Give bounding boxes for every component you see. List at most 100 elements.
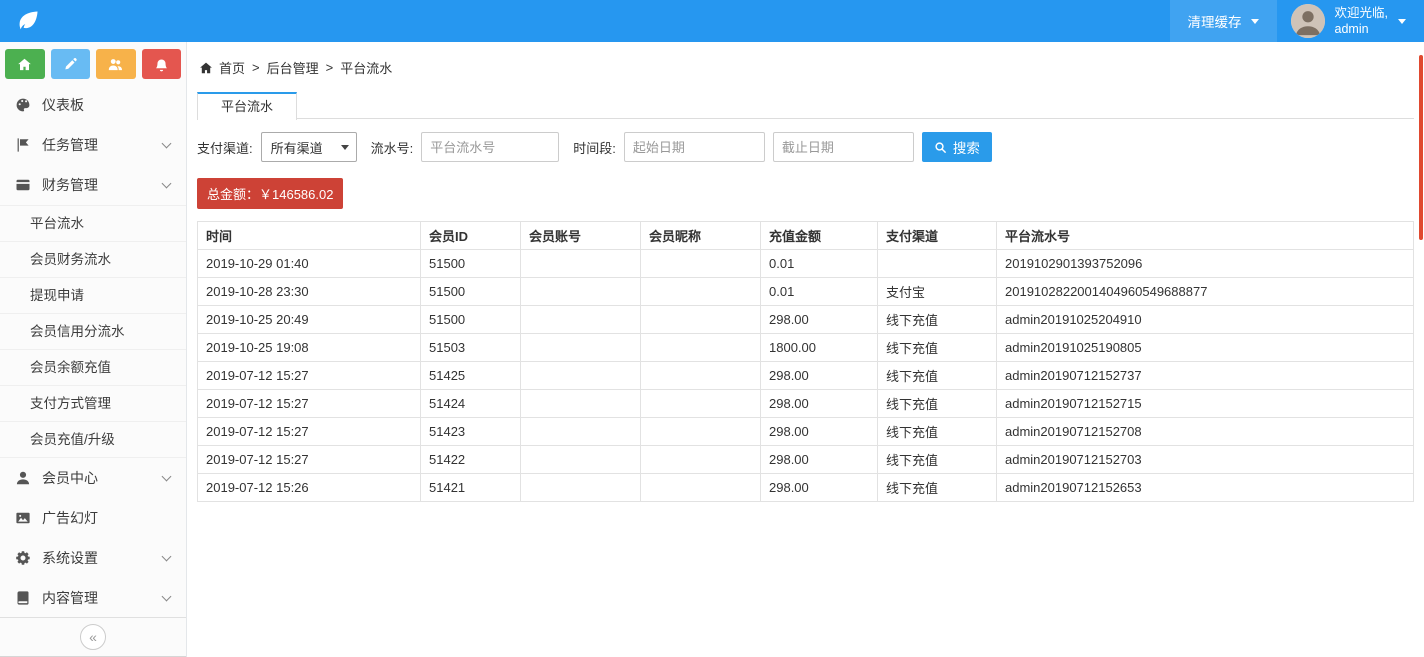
table-cell: 298.00 [761,362,878,390]
table-cell: 2019-07-12 15:27 [198,362,421,390]
caret-down-icon [1251,19,1259,24]
table-cell: 51423 [421,418,521,446]
table-row[interactable]: 2019-07-12 15:2651421298.00线下充值admin2019… [198,474,1414,502]
table-cell: 51503 [421,334,521,362]
chevron-down-icon [162,138,172,148]
sidebar-menu: 仪表板任务管理财务管理平台流水会员财务流水提现申请会员信用分流水会员余额充值支付… [0,85,186,617]
home-quick-button[interactable] [5,49,45,79]
pencil-icon [63,57,78,72]
sidebar-item-members[interactable]: 会员中心 [0,458,186,498]
time-label: 时间段: [573,138,616,157]
welcome-text: 欢迎光临, admin [1335,5,1388,38]
tab-platform-flow[interactable]: 平台流水 [197,92,297,120]
table-cell: 51424 [421,390,521,418]
sidebar-collapse-button[interactable]: « [80,624,106,650]
sidebar-subitem[interactable]: 平台流水 [0,205,186,241]
table-row[interactable]: 2019-10-28 23:30515000.01支付宝201910282200… [198,278,1414,306]
flow-table-wrap: 时间会员ID会员账号会员昵称充值金额支付渠道平台流水号 2019-10-29 0… [197,221,1414,502]
scrollbar-thumb[interactable] [1419,55,1423,240]
table-row[interactable]: 2019-10-25 20:4951500298.00线下充值admin2019… [198,306,1414,334]
table-row[interactable]: 2019-07-12 15:2751423298.00线下充值admin2019… [198,418,1414,446]
table-cell: 51500 [421,306,521,334]
sidebar-item-label: 系统设置 [42,548,98,568]
book-icon [15,590,31,606]
users-quick-button[interactable] [96,49,136,79]
search-button[interactable]: 搜索 [922,132,992,162]
table-cell: 线下充值 [878,474,997,502]
sidebar-subitem[interactable]: 会员财务流水 [0,241,186,277]
sidebar-collapse-row: « [0,617,186,657]
channel-label: 支付渠道: [197,138,253,157]
table-cell: admin20191025204910 [997,306,1414,334]
column-header: 支付渠道 [878,222,997,250]
table-row[interactable]: 2019-10-25 19:08515031800.00线下充值admin201… [198,334,1414,362]
topbar: 清理缓存 欢迎光临, admin [0,0,1424,42]
sidebar-item-tasks[interactable]: 任务管理 [0,125,186,165]
table-cell: 2019-10-25 19:08 [198,334,421,362]
breadcrumb-separator: > [252,60,260,75]
sidebar-subitem[interactable]: 提现申请 [0,277,186,313]
breadcrumb-item: 平台流水 [340,58,392,77]
main-content: 首页>后台管理>平台流水 平台流水 支付渠道: 所有渠道 流水号: 时间段: 搜… [188,42,1424,657]
start-date-input[interactable] [624,132,765,162]
table-cell: 线下充值 [878,362,997,390]
sidebar-item-finance[interactable]: 财务管理 [0,165,186,205]
sidebar-item-settings[interactable]: 系统设置 [0,538,186,578]
breadcrumb: 首页>后台管理>平台流水 [197,58,1414,77]
sidebar-subitem[interactable]: 会员余额充值 [0,349,186,385]
table-cell [641,334,761,362]
table-cell: admin20190712152715 [997,390,1414,418]
image-icon [15,510,31,526]
chevron-down-icon [162,551,172,561]
table-cell: 线下充值 [878,446,997,474]
breadcrumb-item[interactable]: 首页 [219,58,245,77]
breadcrumb-item[interactable]: 后台管理 [267,58,319,77]
end-date-input[interactable] [773,132,914,162]
table-row[interactable]: 2019-07-12 15:2751424298.00线下充值admin2019… [198,390,1414,418]
sidebar-subitem[interactable]: 会员信用分流水 [0,313,186,349]
table-cell: admin20190712152708 [997,418,1414,446]
table-row[interactable]: 2019-10-29 01:40515000.01201910290139375… [198,250,1414,278]
channel-select[interactable]: 所有渠道 [261,132,357,162]
edit-quick-button[interactable] [51,49,91,79]
table-cell: 298.00 [761,446,878,474]
chevron-down-icon [162,178,172,188]
column-header: 会员账号 [521,222,641,250]
brand-logo[interactable] [0,8,187,34]
table-cell: 2019102901393752096 [997,250,1414,278]
sidebar-subitem[interactable]: 会员充值/升级 [0,421,186,457]
table-cell: 298.00 [761,306,878,334]
table-cell [641,362,761,390]
sidebar-subitem[interactable]: 支付方式管理 [0,385,186,421]
flow-table: 时间会员ID会员账号会员昵称充值金额支付渠道平台流水号 2019-10-29 0… [197,221,1414,502]
table-cell: 0.01 [761,278,878,306]
chevron-down-icon [162,471,172,481]
table-cell: 2019-07-12 15:27 [198,446,421,474]
sidebar: 仪表板任务管理财务管理平台流水会员财务流水提现申请会员信用分流水会员余额充值支付… [0,42,187,657]
search-icon [934,141,947,154]
serial-input[interactable] [421,132,559,162]
sidebar-quick-buttons [0,42,186,85]
table-cell: 2019-07-12 15:26 [198,474,421,502]
table-cell: 51425 [421,362,521,390]
table-cell [521,362,641,390]
avatar [1291,4,1325,38]
total-amount-label: 总金额： [207,187,259,202]
user-menu[interactable]: 欢迎光临, admin [1277,0,1424,42]
sidebar-item-ads[interactable]: 广告幻灯 [0,498,186,538]
notifications-quick-button[interactable] [142,49,182,79]
table-cell [521,418,641,446]
table-row[interactable]: 2019-07-12 15:2751422298.00线下充值admin2019… [198,446,1414,474]
table-row[interactable]: 2019-07-12 15:2751425298.00线下充值admin2019… [198,362,1414,390]
dashboard-icon [15,97,31,113]
table-cell: 298.00 [761,474,878,502]
clear-cache-button[interactable]: 清理缓存 [1170,0,1277,42]
tab-bar: 平台流水 [197,91,1414,119]
table-cell: 51421 [421,474,521,502]
sidebar-item-label: 任务管理 [42,135,98,155]
table-cell: 线下充值 [878,306,997,334]
sidebar-item-dashboard[interactable]: 仪表板 [0,85,186,125]
table-cell [641,278,761,306]
table-cell: 2019-07-12 15:27 [198,418,421,446]
sidebar-item-content[interactable]: 内容管理 [0,578,186,617]
